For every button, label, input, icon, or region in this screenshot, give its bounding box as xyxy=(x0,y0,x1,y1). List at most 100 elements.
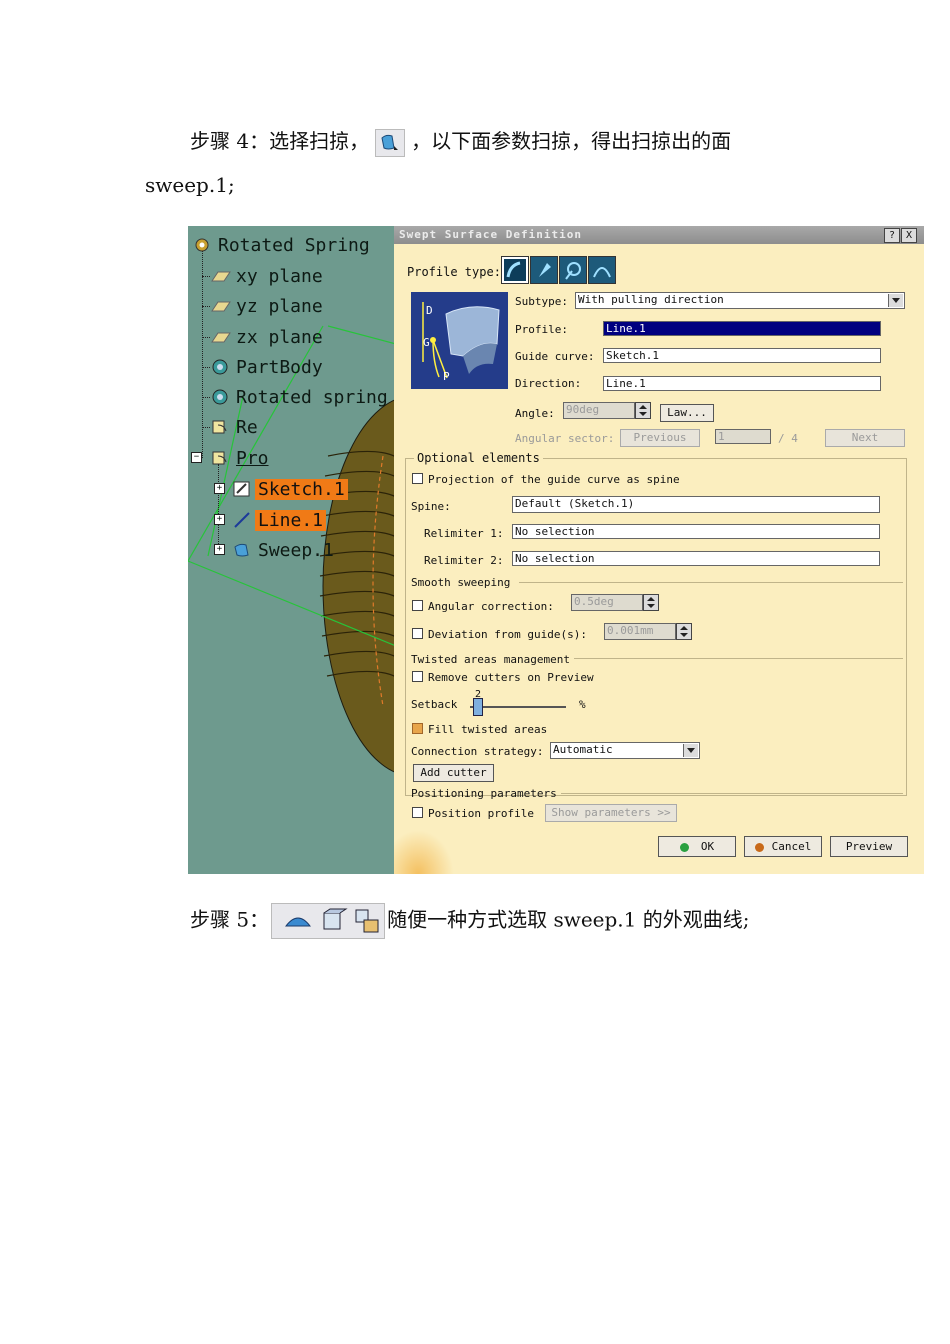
setback-unit: % xyxy=(579,698,586,711)
subtype-label: Subtype: xyxy=(515,295,568,308)
tree-item-label: yz plane xyxy=(236,295,323,317)
cancel-icon xyxy=(754,842,764,852)
profile-type-circle-icon[interactable] xyxy=(559,256,587,284)
collapse-toggle-pro[interactable]: − xyxy=(191,452,202,463)
expand-toggle-sketch[interactable]: + xyxy=(214,483,225,494)
expand-toggle-line[interactable]: + xyxy=(214,514,225,525)
guide-curve-label: Guide curve: xyxy=(515,350,595,363)
angular-correction-checkbox[interactable] xyxy=(412,600,423,611)
direction-label: Direction: xyxy=(515,377,582,390)
expand-toggle-sweep[interactable]: + xyxy=(214,544,225,555)
preview-button[interactable]: Preview xyxy=(830,836,908,857)
tree-item-rotated-spring[interactable]: Rotated spring xyxy=(210,384,391,410)
profile-type-conic-icon[interactable] xyxy=(588,256,616,284)
step4-line1: 步骤 4：选择扫掠， ，以下面参数扫掠，得出扫掠出的面 xyxy=(190,125,731,157)
spine-field[interactable]: Default (Sketch.1) xyxy=(512,496,880,513)
relimiter1-label: Relimiter 1: xyxy=(424,527,504,540)
smooth-sweeping-title: Smooth sweeping xyxy=(411,576,511,589)
tree-item-label: Sweep.1 xyxy=(258,539,334,561)
profile-type-label: Profile type: xyxy=(407,265,501,279)
tree-item-pro[interactable]: Pro xyxy=(210,445,272,471)
plane-icon xyxy=(210,266,231,286)
tree-item-yz-plane[interactable]: yz plane xyxy=(210,293,326,319)
sweep-icon xyxy=(375,128,406,157)
profile-field[interactable]: Line.1 xyxy=(603,321,881,336)
angle-spinner[interactable] xyxy=(635,402,651,419)
step4-suffix: ，以下面参数扫掠，得出扫掠出的面 xyxy=(411,129,732,153)
guide-curve-field[interactable]: Sketch.1 xyxy=(603,348,881,363)
spine-label: Spine: xyxy=(411,500,451,513)
tree-item-sketch[interactable]: Sketch.1 xyxy=(232,476,348,502)
sketch-label-g: G xyxy=(423,336,430,349)
geometric-set-icon xyxy=(210,417,230,437)
profile-type-explicit-icon[interactable] xyxy=(501,256,529,284)
tree-item-label: Line.1 xyxy=(255,509,327,531)
plane-icon xyxy=(210,327,231,347)
step5-prefix: 步骤 5： xyxy=(190,907,270,932)
sketch-icon xyxy=(232,479,252,499)
step5-suffix: 随便一种方式选取 sweep.1 的外观曲线; xyxy=(387,907,750,932)
gear-icon xyxy=(192,235,212,255)
add-cutter-button[interactable]: Add cutter xyxy=(413,764,494,782)
law-button[interactable]: Law... xyxy=(660,404,714,422)
subtype-combo[interactable]: With pulling direction xyxy=(575,292,905,309)
help-button[interactable]: ? xyxy=(884,228,900,243)
fill-twisted-label: Fill twisted areas xyxy=(428,723,548,736)
tree-item-label: Rotated spring xyxy=(236,386,388,408)
tree-item-partbody[interactable]: PartBody xyxy=(210,354,326,380)
tree-item-label: Pro xyxy=(236,447,269,469)
profile-label: Profile: xyxy=(515,323,568,336)
chevron-down-icon[interactable] xyxy=(683,744,698,757)
positioning-title: Positioning parameters xyxy=(411,787,557,800)
tree-item-label: Sketch.1 xyxy=(255,478,348,500)
step5-line: 步骤 5： 随便一种方式选取 sweep.1 的外观曲线; xyxy=(190,903,750,939)
position-profile-checkbox[interactable] xyxy=(412,807,423,818)
body-gear-icon xyxy=(210,357,230,377)
sweep-icon xyxy=(232,540,252,560)
cancel-button[interactable]: Cancel xyxy=(744,836,822,857)
profile-type-line-icon[interactable] xyxy=(530,256,558,284)
cancel-label: Cancel xyxy=(771,840,812,853)
ok-button[interactable]: OK xyxy=(658,836,736,857)
relimiter1-field[interactable]: No selection xyxy=(512,524,880,539)
tree-root[interactable]: Rotated Spring xyxy=(192,232,373,258)
show-parameters-button[interactable]: Show parameters >> xyxy=(545,804,677,822)
position-profile-label: Position profile xyxy=(428,807,534,820)
previous-button[interactable]: Previous xyxy=(620,429,700,447)
sketch-label-p: P xyxy=(443,370,450,383)
angular-correction-field[interactable]: 0.5deg xyxy=(571,594,643,611)
close-button[interactable]: X xyxy=(901,228,917,243)
deviation-spinner[interactable] xyxy=(676,623,692,640)
angular-correction-spinner[interactable] xyxy=(643,594,659,611)
tree-item-line[interactable]: Line.1 xyxy=(232,507,327,533)
angle-label: Angle: xyxy=(515,407,555,420)
twisted-areas-title: Twisted areas management xyxy=(411,653,570,666)
tree-item-xy-plane[interactable]: xy plane xyxy=(210,263,326,289)
setback-slider-track[interactable] xyxy=(470,706,566,708)
plane-icon xyxy=(210,296,231,316)
direction-field[interactable]: Line.1 xyxy=(603,376,881,391)
connection-strategy-combo[interactable]: Automatic xyxy=(550,742,700,759)
geometric-set-icon xyxy=(210,448,230,468)
relimiter2-field[interactable]: No selection xyxy=(512,551,880,566)
fill-twisted-checkbox[interactable] xyxy=(412,723,423,734)
tree-item-re[interactable]: Re xyxy=(210,414,261,440)
setback-slider-handle[interactable] xyxy=(473,698,483,716)
setback-label: Setback xyxy=(411,698,458,711)
projection-checkbox[interactable] xyxy=(412,473,423,484)
tree-item-zx-plane[interactable]: zx plane xyxy=(210,324,326,350)
chevron-down-icon[interactable] xyxy=(888,294,903,307)
line-icon xyxy=(232,510,252,530)
deviation-checkbox[interactable] xyxy=(412,628,423,639)
sector-total: / 4 xyxy=(778,432,798,445)
remove-cutters-label: Remove cutters on Preview xyxy=(428,671,594,684)
sector-field[interactable]: 1 xyxy=(715,429,771,444)
tree-item-sweep[interactable]: Sweep.1 xyxy=(232,537,337,563)
dialog-title: Swept Surface Definition xyxy=(394,226,924,244)
angle-field[interactable]: 90deg xyxy=(563,402,635,419)
next-button[interactable]: Next xyxy=(825,429,905,447)
remove-cutters-checkbox[interactable] xyxy=(412,671,423,682)
swept-surface-dialog: Swept Surface Definition ? X Profile typ… xyxy=(394,226,924,874)
subtype-value: With pulling direction xyxy=(578,293,724,306)
deviation-field[interactable]: 0.001mm xyxy=(604,623,676,640)
